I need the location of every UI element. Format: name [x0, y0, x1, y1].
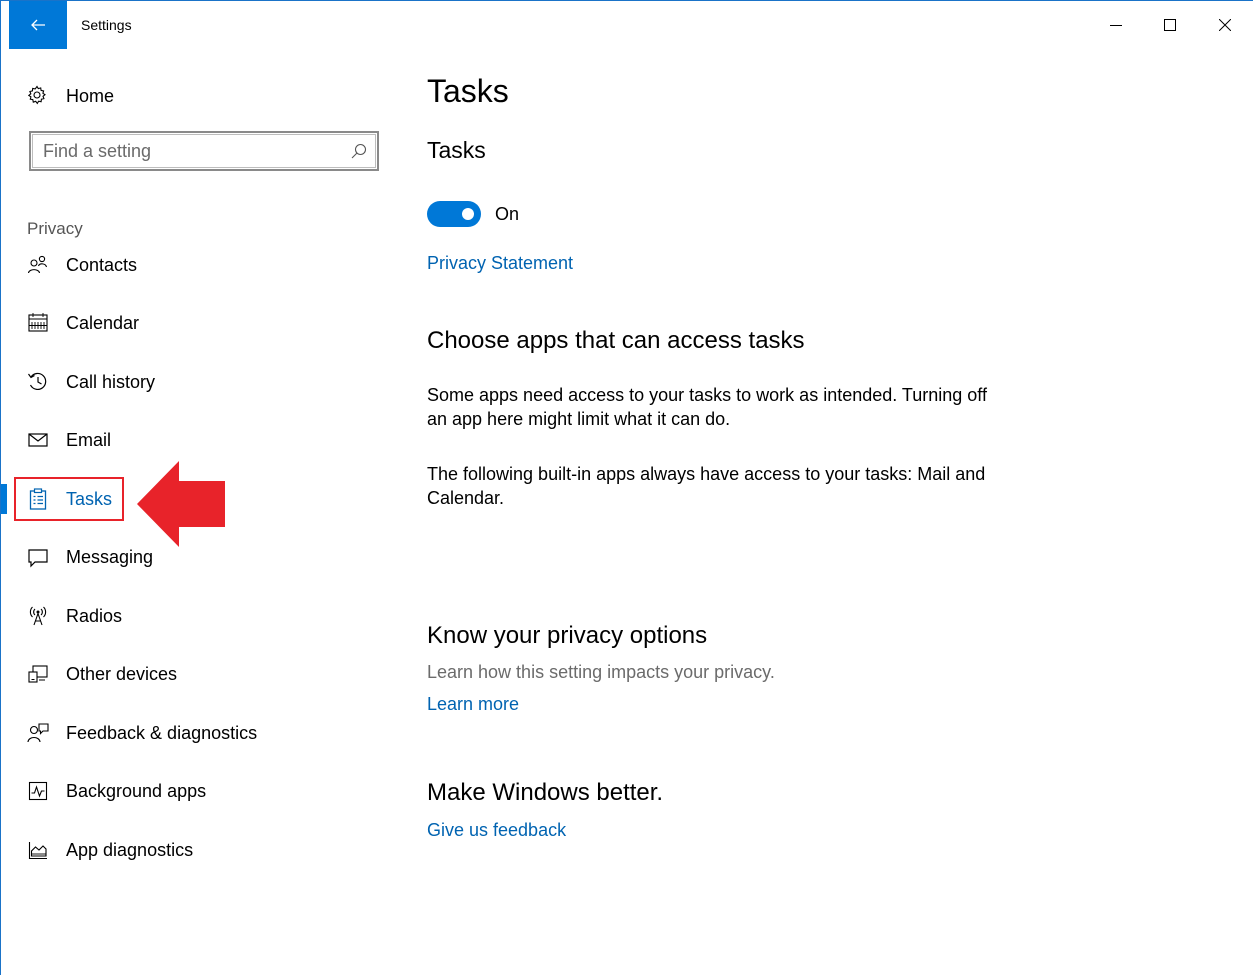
built-in-apps-description: The following built-in apps always have … — [427, 464, 986, 508]
close-icon — [1219, 19, 1231, 31]
active-indicator — [1, 484, 7, 514]
call-history-icon — [28, 372, 47, 391]
section-header-privacy: Privacy — [27, 219, 83, 238]
red-arrow-icon — [137, 461, 225, 547]
email-icon — [28, 433, 48, 447]
sidebar-item-email[interactable]: Email — [9, 420, 379, 460]
sidebar-item-app-diagnostics[interactable]: App diagnostics — [9, 830, 379, 870]
close-button[interactable] — [1202, 1, 1248, 49]
sidebar-item-label: Background apps — [66, 781, 207, 801]
sidebar-item-feedback-diagnostics[interactable]: Feedback & diagnostics — [9, 713, 379, 753]
calendar-icon — [28, 313, 48, 332]
make-windows-better-heading: Make Windows better. — [427, 779, 664, 806]
settings-window: Settings Home Privacy — [0, 0, 1253, 975]
toggle-state-label: On — [495, 203, 520, 224]
sidebar-item-label: App diagnostics — [66, 840, 194, 860]
choose-apps-description: Some apps need access to your tasks to w… — [427, 385, 987, 429]
home-label: Home — [66, 86, 115, 106]
toggle-knob — [462, 208, 474, 220]
feedback-icon — [27, 723, 49, 743]
give-feedback-link[interactable]: Give us feedback — [427, 820, 566, 841]
sidebar-home[interactable]: Home — [9, 79, 379, 111]
page-title: Tasks — [427, 73, 509, 109]
sidebar-item-label: Feedback & diagnostics — [66, 723, 258, 743]
minimize-button[interactable] — [1093, 1, 1139, 49]
messaging-icon — [28, 549, 48, 568]
sidebar-item-label: Calendar — [66, 313, 140, 333]
privacy-options-heading: Know your privacy options — [427, 622, 708, 649]
search-input[interactable] — [43, 139, 333, 163]
sidebar-item-label: Other devices — [66, 664, 178, 684]
sidebar: Home Privacy Contacts — [1, 49, 389, 975]
title-bar: Settings — [1, 1, 1253, 49]
search-box[interactable] — [29, 131, 379, 171]
app-diagnostics-icon — [28, 842, 47, 860]
sidebar-item-radios[interactable]: Radios — [9, 596, 379, 636]
window-title: Settings — [81, 17, 132, 33]
background-apps-icon — [28, 781, 48, 801]
sidebar-item-label: Radios — [66, 606, 123, 626]
back-arrow-icon — [31, 19, 45, 31]
learn-more-link[interactable]: Learn more — [427, 694, 519, 715]
privacy-statement-link[interactable]: Privacy Statement — [427, 253, 573, 274]
annotation-highlight-box — [14, 477, 124, 521]
sidebar-item-background-apps[interactable]: Background apps — [9, 771, 379, 811]
sidebar-item-label: Call history — [66, 372, 156, 392]
maximize-icon — [1164, 19, 1176, 31]
sidebar-item-label: Contacts — [66, 255, 138, 275]
sidebar-item-contacts[interactable]: Contacts — [9, 245, 379, 285]
minimize-icon — [1110, 25, 1122, 26]
choose-apps-heading: Choose apps that can access tasks — [427, 327, 805, 354]
sidebar-item-calendar[interactable]: Calendar — [9, 303, 379, 343]
gear-icon — [27, 85, 46, 105]
privacy-options-description: Learn how this setting impacts your priv… — [427, 662, 775, 682]
main-content: Tasks Tasks On Privacy Statement Choose … — [427, 49, 1227, 949]
back-button[interactable] — [9, 1, 67, 49]
section-title: Tasks — [427, 137, 486, 163]
radios-icon — [29, 606, 47, 626]
other-devices-icon — [28, 665, 48, 683]
sidebar-item-other-devices[interactable]: Other devices — [9, 654, 379, 694]
sidebar-item-label: Messaging — [66, 547, 154, 567]
tasks-toggle-switch[interactable] — [427, 201, 481, 227]
maximize-button[interactable] — [1147, 1, 1193, 49]
search-icon[interactable] — [351, 143, 367, 159]
tasks-toggle-row: On — [427, 201, 519, 227]
sidebar-item-label: Email — [66, 430, 112, 450]
sidebar-item-call-history[interactable]: Call history — [9, 362, 379, 402]
contacts-icon — [27, 255, 48, 274]
